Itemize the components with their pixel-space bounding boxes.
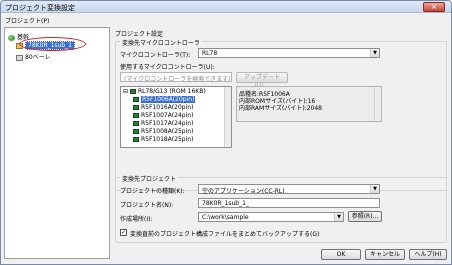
target-mc-group: 変換先マイクロコントローラ マイクロコントローラ(T): RL78 ▼ 使用する… bbox=[115, 38, 447, 191]
close-button[interactable]: × bbox=[423, 2, 445, 12]
highlight-ring bbox=[19, 37, 86, 51]
settings-header: プロジェクト設定 bbox=[115, 31, 164, 38]
menu-project[interactable]: プロジェクト(P) bbox=[5, 16, 49, 25]
dialog-title: プロジェクト変換設定 bbox=[5, 4, 75, 12]
backup-checkbox[interactable]: ✓ bbox=[120, 229, 127, 236]
title-bar: プロジェクト変換設定 × bbox=[1, 1, 451, 13]
collapse-icon: ⊟ bbox=[123, 88, 129, 95]
project-type-combo[interactable]: 空のアプリケーション(CC-RL) ▼ bbox=[198, 184, 380, 195]
mc-item-1[interactable]: R5F1016A(20pin) bbox=[133, 104, 193, 111]
ok-button[interactable]: OK bbox=[321, 249, 361, 260]
chevron-down-icon: ▼ bbox=[370, 49, 379, 57]
backup-label: 変換直前のプロジェクト構成ファイルをまとめてバックアップする(G) bbox=[130, 231, 320, 238]
mc-combo[interactable]: RL78 ▼ bbox=[198, 48, 380, 58]
settings-panel: プロジェクト設定 変換先マイクロコントローラ マイクロコントローラ(T): RL… bbox=[113, 27, 449, 263]
mc-label: マイクロコントローラ(T): bbox=[120, 52, 191, 59]
chip-icon bbox=[133, 97, 139, 102]
mc-list[interactable]: ⊟ RL78/G13 (ROM 16KB) R5F1006A(20pin) R5… bbox=[120, 86, 232, 148]
location-combo[interactable]: C:\work\sample ▼ bbox=[198, 212, 344, 222]
chip-icon bbox=[133, 121, 139, 126]
chip-icon bbox=[133, 137, 139, 142]
globe-icon bbox=[8, 34, 15, 41]
browse-button[interactable]: 参照(R)... bbox=[348, 211, 382, 222]
mc-info-panel: 品種名:R5F1006A 内部ROMサイズ(バイト):16 内部RAMサイズ(バ… bbox=[236, 86, 382, 122]
menu-bar: プロジェクト(P) bbox=[1, 14, 451, 25]
subproject-icon bbox=[16, 54, 23, 61]
target-mc-group-label: 変換先マイクロコントローラ bbox=[120, 38, 202, 47]
target-project-group: 変換先プロジェクト プロジェクトの種類(K): 空のアプリケーション(CC-RL… bbox=[115, 174, 447, 243]
mc-item-5[interactable]: R5F1018A(25pin) bbox=[133, 136, 193, 143]
cancel-button[interactable]: キャンセル bbox=[365, 249, 405, 260]
mc-item-0[interactable]: R5F1006A(20pin) bbox=[133, 96, 196, 103]
tree-item-sub[interactable]: 80ベーレ bbox=[16, 52, 51, 61]
mc-item-4[interactable]: R5F1008A(25pin) bbox=[133, 128, 193, 135]
project-type-label: プロジェクトの種類(K): bbox=[120, 188, 185, 195]
target-project-group-label: 変換先プロジェクト bbox=[120, 174, 179, 183]
used-mc-label: 使用するマイクロコントローラ(U): bbox=[120, 64, 215, 71]
mc-search-input[interactable]: (マイクロコントローラを検索できます) bbox=[120, 72, 232, 83]
help-button[interactable]: ヘルプ(H) bbox=[409, 249, 447, 260]
chevron-down-icon: ▼ bbox=[334, 213, 343, 221]
chip-icon bbox=[133, 129, 139, 134]
project-tree[interactable]: 基幹 78K0R_1sub_1 80ベーレ bbox=[4, 27, 110, 259]
mc-item-3[interactable]: R5F1017A(24pin) bbox=[133, 120, 193, 127]
location-label: 作成場所(I): bbox=[120, 216, 153, 223]
mc-list-scrollbar[interactable] bbox=[224, 87, 231, 147]
chip-icon bbox=[129, 89, 136, 94]
chevron-down-icon: ▼ bbox=[370, 185, 379, 193]
project-conversion-dialog: プロジェクト変換設定 × プロジェクト(P) 基幹 78K0R_1sub_1 8… bbox=[0, 0, 452, 265]
update-button[interactable]: アップデート(U)... bbox=[236, 72, 288, 90]
project-name-input[interactable]: 78K0R_1sub_1_ bbox=[198, 198, 380, 208]
chip-icon bbox=[133, 105, 139, 110]
chip-icon bbox=[133, 113, 139, 118]
mc-info-ram: 内部RAMサイズ(バイト):2048 bbox=[239, 105, 323, 112]
mc-list-group[interactable]: ⊟ RL78/G13 (ROM 16KB) bbox=[123, 88, 206, 95]
mc-info-scrollbar[interactable] bbox=[374, 87, 381, 121]
mc-item-2[interactable]: R5F1007A(24pin) bbox=[133, 112, 193, 119]
project-name-label: プロジェクト名(N): bbox=[120, 202, 174, 209]
